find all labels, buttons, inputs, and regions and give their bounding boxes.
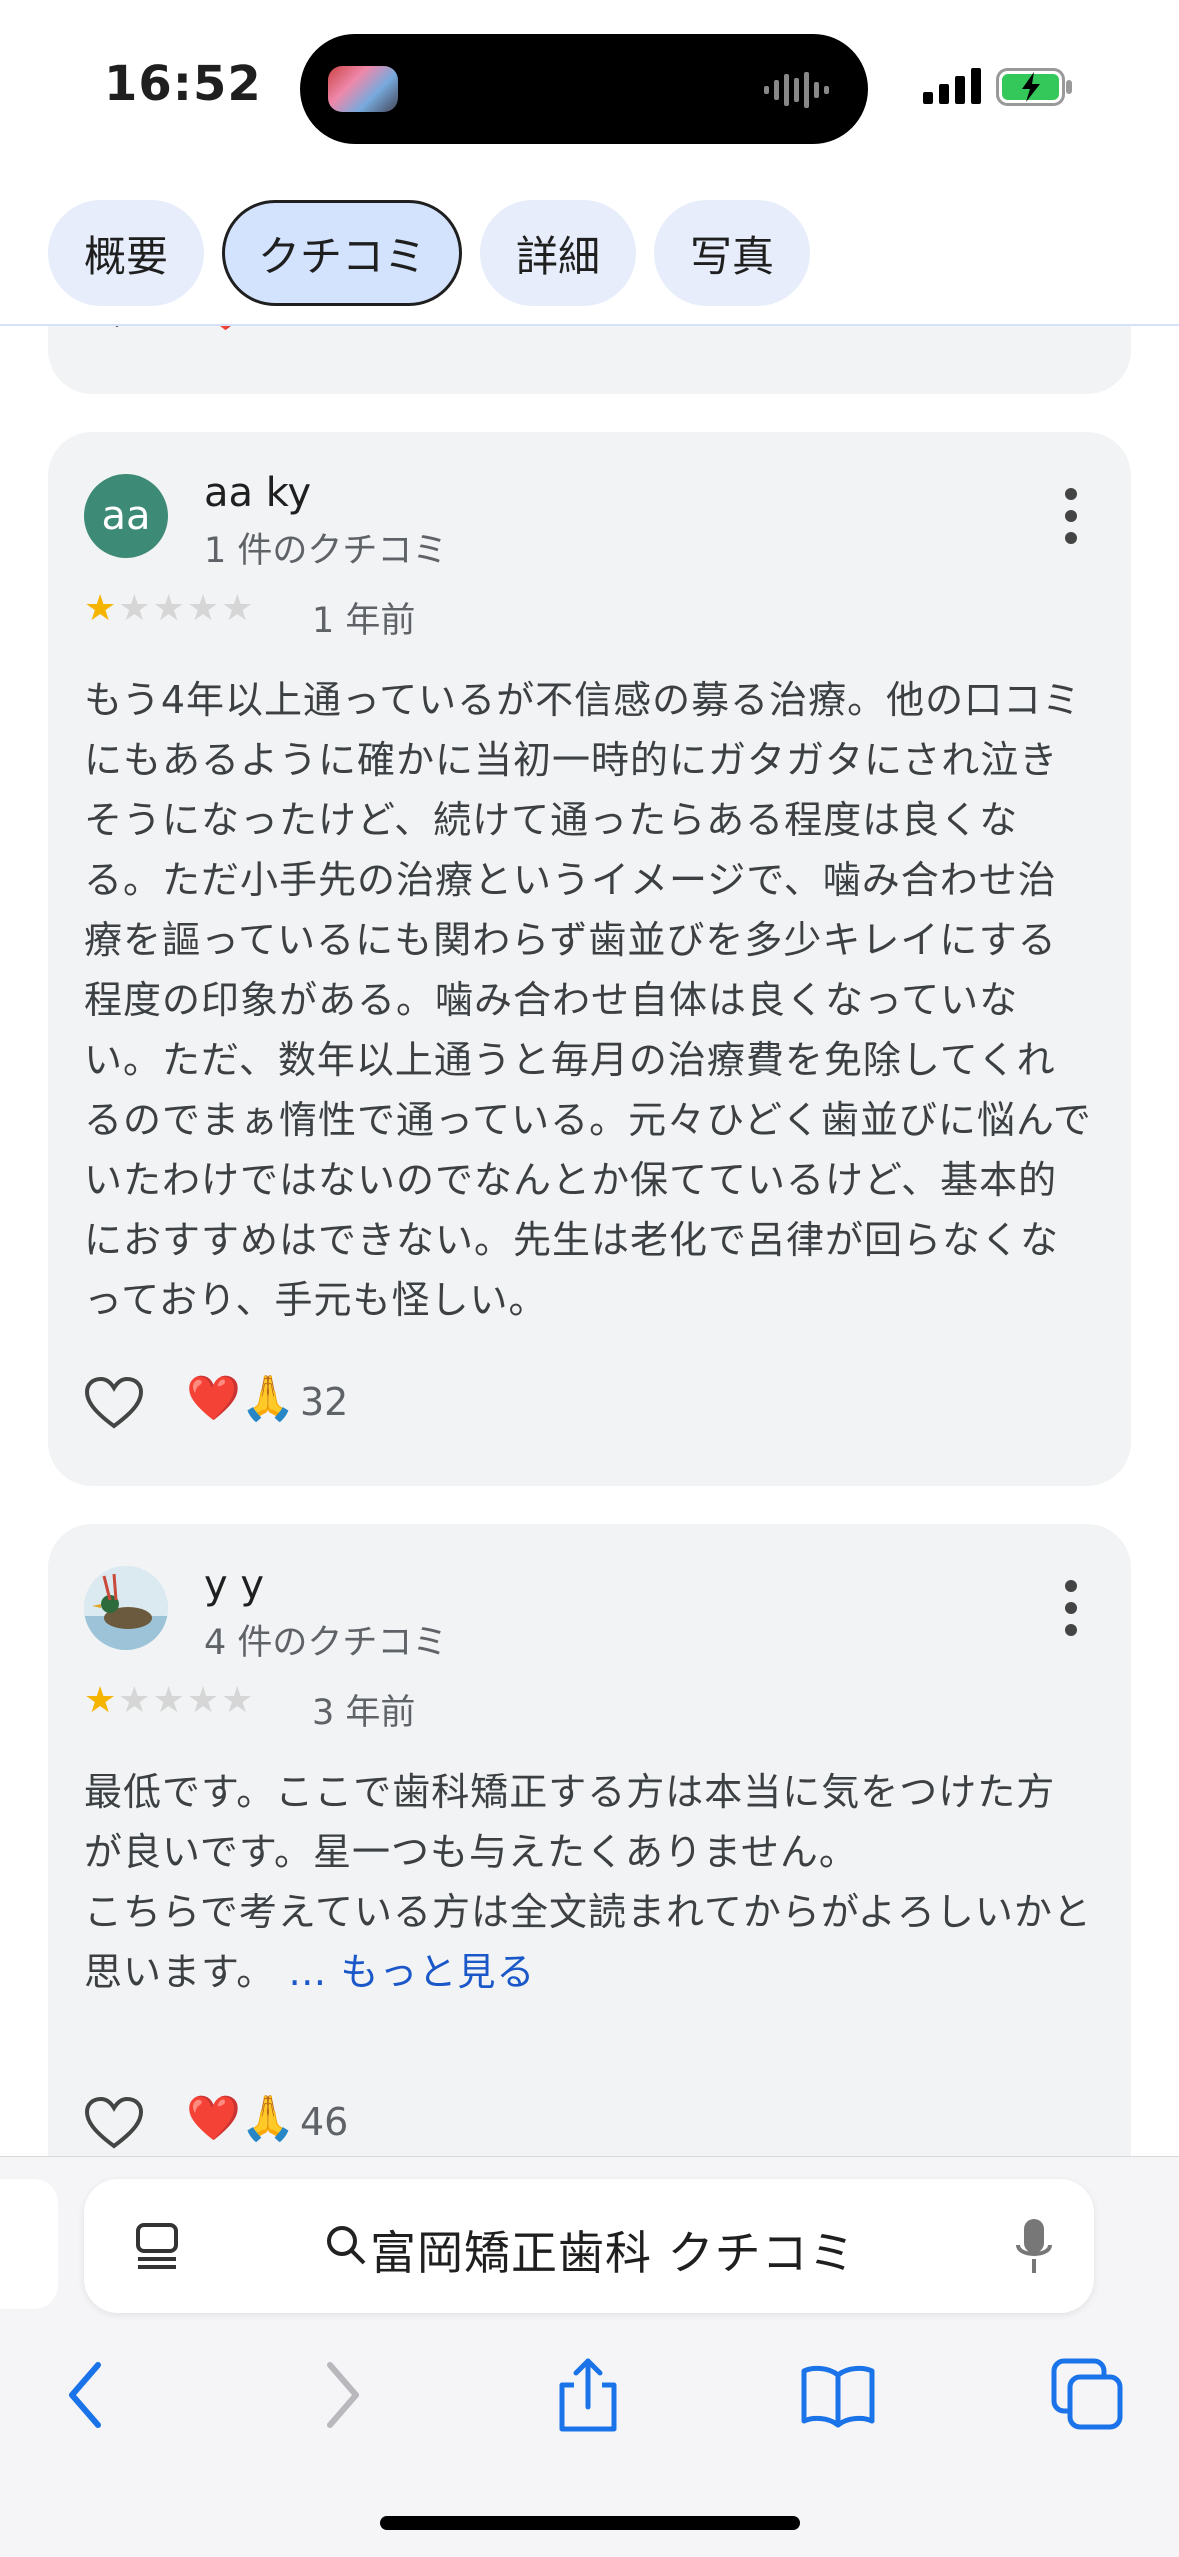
tab-overview[interactable]: 概要 [48,200,204,306]
avatar[interactable] [84,1566,168,1650]
avatar[interactable]: aa [84,474,168,558]
star-rating: ★★★★★ [84,588,256,629]
reviewer-review-count: 4 件のクチコミ [204,1623,448,1663]
reaction-emojis: ❤️🙏 [198,326,298,330]
microphone-icon[interactable] [1014,2217,1054,2277]
review-card: aa aa ky 1 件のクチコミ ★★★★★ 1 年前 もう4年以上通っている… [48,432,1131,1486]
home-indicator[interactable] [380,2516,800,2530]
reaction-emojis[interactable]: ❤️🙏 [186,1372,296,1424]
star-rating: ★★★★★ [84,1680,256,1721]
review-text: もう4年以上通っているが不信感の募る治療。他の口コミにもあるように確かに当初一時… [84,678,1092,1322]
search-icon [327,2226,366,2265]
battery-charging-icon [996,68,1072,106]
back-button-icon[interactable] [48,2355,128,2435]
place-tabs: 概要 クチコミ 詳細 写真 [0,180,1179,326]
audio-waveform-icon [764,72,829,108]
reaction-count: 46 [300,2100,349,2144]
review-text-line: 最低です。ここで歯科矯正する方は本当に気をつけた方が良いです。星一つも与えたくあ… [84,1770,1056,1874]
bookmarks-button-icon[interactable] [798,2355,878,2435]
tab-photos[interactable]: 写真 [654,200,810,306]
heart-outline-icon[interactable] [84,2096,144,2152]
forward-button-icon[interactable] [300,2355,380,2435]
review-text-line: こちらで考えている方は全文読まれてからがよろしいかと思います。 [84,1890,1092,1994]
reviewer-name[interactable]: aa ky [204,470,311,516]
reviews-list[interactable]: ❤️🙏 aa aa ky 1 件のクチコミ ★★★★★ 1 年前 もう4年以上通… [0,326,1179,2156]
status-bar: 16:52 [0,0,1179,180]
review-text: 最低です。ここで歯科矯正する方は本当に気をつけた方が良いです。星一つも与えたくあ… [84,1762,1094,2002]
address-text[interactable]: 富岡矯正歯科 クチコミ [370,2217,856,2283]
tab-details[interactable]: 詳細 [480,200,636,306]
page-menu-icon[interactable] [132,2221,182,2271]
review-time: 3 年前 [312,1693,416,1733]
dynamic-island[interactable] [300,34,868,144]
share-button-icon[interactable] [548,2355,628,2435]
status-time: 16:52 [104,56,262,112]
address-bar[interactable]: 富岡矯正歯科 クチコミ [84,2179,1094,2313]
now-playing-thumbnail [328,66,398,112]
cellular-signal-icon [923,68,981,104]
previous-tab-preview[interactable] [0,2179,58,2309]
see-more-link[interactable]: … もっと見る [288,1950,535,1994]
chevron-icon [115,326,119,328]
reaction-emojis[interactable]: ❤️🙏 [186,2092,296,2144]
heart-outline-icon[interactable] [84,1376,144,1432]
review-time: 1 年前 [312,601,416,641]
more-options-icon[interactable] [1061,488,1081,548]
reviewer-review-count: 1 件のクチコミ [204,531,448,571]
tabs-button-icon[interactable] [1048,2355,1128,2435]
browser-toolbar: 富岡矯正歯科 クチコミ [0,2156,1179,2557]
review-card-previous: ❤️🙏 [48,326,1131,394]
more-options-icon[interactable] [1061,1580,1081,1640]
duck-avatar-icon [84,1566,168,1650]
tab-reviews[interactable]: クチコミ [222,200,462,306]
reviewer-name[interactable]: y y [204,1562,264,1608]
reaction-count: 32 [300,1380,349,1424]
review-card: y y 4 件のクチコミ ★★★★★ 3 年前 最低です。ここで歯科矯正する方は… [48,1524,1131,2156]
